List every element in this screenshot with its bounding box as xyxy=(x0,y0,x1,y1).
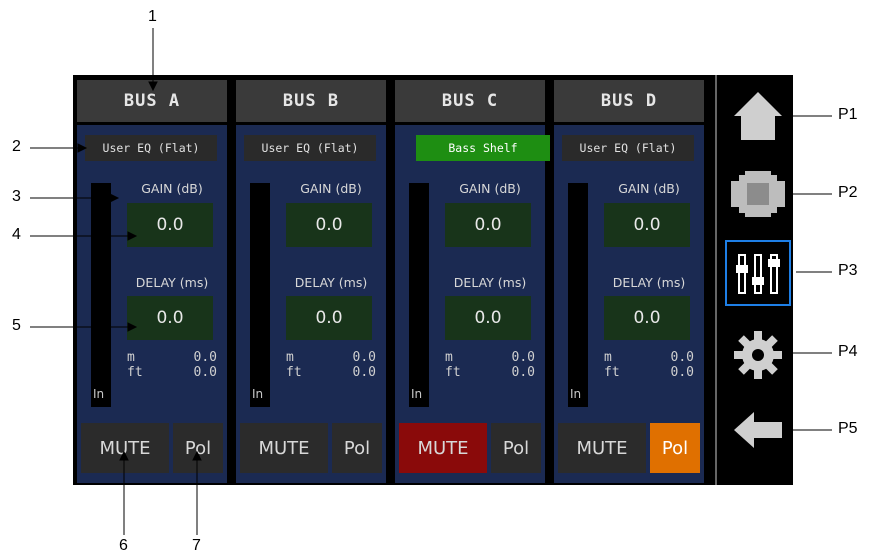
eq-preset-button[interactable]: User EQ (Flat) xyxy=(244,135,376,161)
mixer-sliders-icon xyxy=(736,254,780,294)
meter-in-label: In xyxy=(411,387,423,401)
callout-p1: P1 xyxy=(838,106,858,123)
distance-ft-row: ft 0.0 xyxy=(445,365,535,380)
meter-in-label: In xyxy=(252,387,264,401)
delay-label: DELAY (ms) xyxy=(453,275,527,290)
delay-value-field[interactable]: 0.0 xyxy=(445,296,531,340)
meter-in-label: In xyxy=(570,387,582,401)
mute-button[interactable]: MUTE xyxy=(81,423,169,473)
mute-button[interactable]: MUTE xyxy=(399,423,487,473)
m-value: 0.0 xyxy=(352,350,376,365)
callout-7: 7 xyxy=(192,537,201,554)
distance-ft-row: ft 0.0 xyxy=(604,365,694,380)
delay-label: DELAY (ms) xyxy=(612,275,686,290)
bus-d-body: User EQ (Flat) In GAIN (dB) 0.0 DELAY (m… xyxy=(554,125,704,483)
gain-value-field[interactable]: 0.0 xyxy=(445,203,531,247)
callout-5: 5 xyxy=(12,317,21,334)
m-value: 0.0 xyxy=(511,350,535,365)
callout-p3: P3 xyxy=(838,262,858,279)
bus-d-channel: BUS D User EQ (Flat) In GAIN (dB) 0.0 DE… xyxy=(550,75,706,485)
gain-label: GAIN (dB) xyxy=(459,181,521,196)
gain-label: GAIN (dB) xyxy=(618,181,680,196)
back-button[interactable] xyxy=(725,397,791,463)
distance-m-row: m 0.0 xyxy=(604,350,694,365)
distance-ft-row: ft 0.0 xyxy=(286,365,376,380)
distance-m-row: m 0.0 xyxy=(445,350,535,365)
bus-b-header[interactable]: BUS B xyxy=(236,80,386,122)
ft-value: 0.0 xyxy=(511,365,535,380)
distance-m-row: m 0.0 xyxy=(127,350,217,365)
m-unit: m xyxy=(445,350,453,365)
ft-value: 0.0 xyxy=(670,365,694,380)
mute-button[interactable]: MUTE xyxy=(240,423,328,473)
distance-m-row: m 0.0 xyxy=(286,350,376,365)
home-button[interactable] xyxy=(725,83,791,149)
eq-preset-button[interactable]: User EQ (Flat) xyxy=(85,135,217,161)
bus-b-channel: BUS B User EQ (Flat) In GAIN (dB) 0.0 DE… xyxy=(232,75,388,485)
callout-4: 4 xyxy=(12,226,21,243)
gain-value-field[interactable]: 0.0 xyxy=(286,203,372,247)
device-screen: BUS A User EQ (Flat) In GAIN (dB) 0.0 DE… xyxy=(73,75,793,485)
mute-button[interactable]: MUTE xyxy=(558,423,646,473)
page-nav-bar xyxy=(715,75,795,485)
delay-value-field[interactable]: 0.0 xyxy=(604,296,690,340)
input-level-meter xyxy=(91,183,111,407)
input-level-meter xyxy=(409,183,429,407)
polarity-button[interactable]: Pol xyxy=(491,423,541,473)
callout-p5: P5 xyxy=(838,420,858,437)
m-value: 0.0 xyxy=(193,350,217,365)
gain-value-field[interactable]: 0.0 xyxy=(127,203,213,247)
bus-b-body: User EQ (Flat) In GAIN (dB) 0.0 DELAY (m… xyxy=(236,125,386,483)
callout-6: 6 xyxy=(119,537,128,554)
polarity-button[interactable]: Pol xyxy=(332,423,382,473)
callout-1: 1 xyxy=(148,8,157,25)
meter-in-label: In xyxy=(93,387,105,401)
delay-value-field[interactable]: 0.0 xyxy=(127,296,213,340)
delay-label: DELAY (ms) xyxy=(135,275,209,290)
home-icon xyxy=(734,92,782,140)
ft-value: 0.0 xyxy=(193,365,217,380)
bus-a-channel: BUS A User EQ (Flat) In GAIN (dB) 0.0 DE… xyxy=(73,75,229,485)
ft-unit: ft xyxy=(286,365,302,380)
mixer-button[interactable] xyxy=(725,240,791,306)
bus-c-header[interactable]: BUS C xyxy=(395,80,545,122)
input-level-meter xyxy=(568,183,588,407)
gain-label: GAIN (dB) xyxy=(141,181,203,196)
eq-preset-button[interactable]: User EQ (Flat) xyxy=(562,135,694,161)
input-level-meter xyxy=(250,183,270,407)
device-button[interactable] xyxy=(725,161,791,227)
m-unit: m xyxy=(286,350,294,365)
bus-a-body: User EQ (Flat) In GAIN (dB) 0.0 DELAY (m… xyxy=(77,125,227,483)
callout-2: 2 xyxy=(12,138,21,155)
polarity-button[interactable]: Pol xyxy=(173,423,223,473)
device-icon xyxy=(731,171,785,217)
back-arrow-icon xyxy=(734,412,782,448)
callout-p2: P2 xyxy=(838,184,858,201)
settings-button[interactable] xyxy=(725,322,791,388)
bus-d-header[interactable]: BUS D xyxy=(554,80,704,122)
eq-preset-button[interactable]: Bass Shelf xyxy=(416,135,550,161)
m-value: 0.0 xyxy=(670,350,694,365)
m-unit: m xyxy=(604,350,612,365)
ft-unit: ft xyxy=(127,365,143,380)
m-unit: m xyxy=(127,350,135,365)
delay-label: DELAY (ms) xyxy=(294,275,368,290)
polarity-button[interactable]: Pol xyxy=(650,423,700,473)
callout-3: 3 xyxy=(12,188,21,205)
bus-c-body: Bass Shelf In GAIN (dB) 0.0 DELAY (ms) 0… xyxy=(395,125,550,483)
distance-ft-row: ft 0.0 xyxy=(127,365,217,380)
callout-p4: P4 xyxy=(838,343,858,360)
ft-unit: ft xyxy=(604,365,620,380)
gain-value-field[interactable]: 0.0 xyxy=(604,203,690,247)
delay-value-field[interactable]: 0.0 xyxy=(286,296,372,340)
bus-c-channel: BUS C Bass Shelf In GAIN (dB) 0.0 DELAY … xyxy=(391,75,550,485)
ft-unit: ft xyxy=(445,365,461,380)
ft-value: 0.0 xyxy=(352,365,376,380)
gain-label: GAIN (dB) xyxy=(300,181,362,196)
gear-icon xyxy=(734,331,782,379)
bus-a-header[interactable]: BUS A xyxy=(77,80,227,122)
